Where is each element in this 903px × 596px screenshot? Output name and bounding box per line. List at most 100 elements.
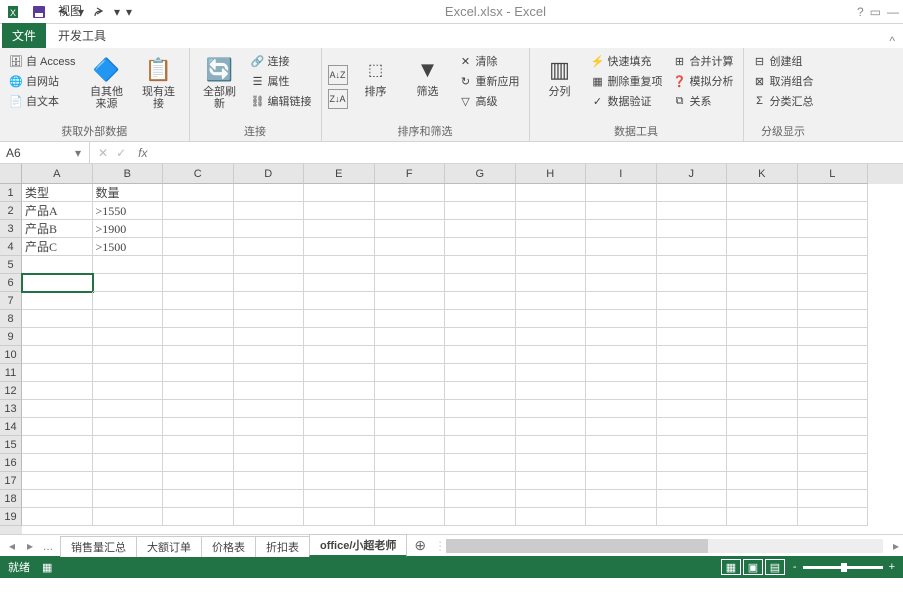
cell[interactable] [22,472,93,490]
text-to-columns-button[interactable]: ▥分列 [536,52,584,121]
accept-formula-icon[interactable]: ✓ [116,146,126,160]
cell[interactable] [163,292,234,310]
cell[interactable] [445,328,516,346]
row-header[interactable]: 10 [0,346,22,364]
cell[interactable] [304,256,375,274]
flash-fill-button[interactable]: ⚡快速填充 [588,52,666,70]
cell[interactable] [22,364,93,382]
cell[interactable] [657,346,728,364]
cell[interactable] [163,400,234,418]
cell[interactable] [93,508,164,526]
sheet-tab[interactable]: 大额订单 [136,536,202,557]
cell[interactable] [798,364,869,382]
cell[interactable] [22,310,93,328]
cell[interactable] [516,274,587,292]
cell[interactable]: 产品C [22,238,93,256]
cell[interactable] [516,256,587,274]
row-header[interactable]: 15 [0,436,22,454]
formula-input[interactable] [151,146,903,160]
cell[interactable] [234,310,305,328]
qat-customize-icon[interactable]: ▾ [124,2,134,22]
collapse-ribbon-icon[interactable]: ^ [889,34,901,48]
cell[interactable] [93,454,164,472]
cell[interactable] [798,292,869,310]
row-header[interactable]: 9 [0,328,22,346]
sort-button[interactable]: ⬚排序 [352,52,400,121]
row-header[interactable]: 1 [0,184,22,202]
cell[interactable] [445,418,516,436]
cell[interactable] [375,274,446,292]
cell[interactable] [375,346,446,364]
cell[interactable] [727,382,798,400]
cell[interactable] [657,328,728,346]
cell[interactable] [163,418,234,436]
cell[interactable] [798,256,869,274]
cell[interactable] [657,382,728,400]
excel-icon[interactable]: X [4,2,26,22]
cell[interactable] [727,256,798,274]
cell[interactable] [798,490,869,508]
cell[interactable] [375,238,446,256]
cell[interactable] [727,418,798,436]
cell[interactable] [375,436,446,454]
cell[interactable] [516,238,587,256]
cell[interactable] [375,490,446,508]
cell[interactable] [234,328,305,346]
cell[interactable] [93,274,164,292]
column-header[interactable]: H [516,164,587,184]
cell[interactable] [516,220,587,238]
cancel-formula-icon[interactable]: ✕ [98,146,108,160]
row-header[interactable]: 11 [0,364,22,382]
cell[interactable] [304,202,375,220]
cell[interactable] [727,274,798,292]
cell[interactable] [516,508,587,526]
cell[interactable] [163,364,234,382]
row-header[interactable]: 7 [0,292,22,310]
cell[interactable] [93,310,164,328]
row-header[interactable]: 8 [0,310,22,328]
cell[interactable] [445,220,516,238]
cell[interactable] [234,292,305,310]
cell[interactable] [445,256,516,274]
cell[interactable] [22,292,93,310]
cell[interactable] [234,184,305,202]
cell[interactable] [727,220,798,238]
row-header[interactable]: 13 [0,400,22,418]
ungroup-button[interactable]: ⊠取消组合 [750,72,817,90]
row-header[interactable]: 3 [0,220,22,238]
cell[interactable] [798,382,869,400]
cell[interactable] [234,238,305,256]
cell[interactable] [586,508,657,526]
cell[interactable] [657,418,728,436]
add-sheet-button[interactable]: ⊕ [406,537,434,554]
cell[interactable] [163,328,234,346]
view-page-layout-button[interactable]: ▣ [743,559,763,575]
refresh-all-button[interactable]: 🔄全部刷新 [196,52,244,121]
cell[interactable] [516,436,587,454]
cell[interactable] [375,184,446,202]
cell[interactable] [798,328,869,346]
sheet-tab[interactable]: office/小超老师 [309,534,407,557]
cell[interactable] [586,400,657,418]
cell[interactable] [375,400,446,418]
cell[interactable] [445,346,516,364]
cell[interactable] [22,490,93,508]
cell[interactable] [93,256,164,274]
ribbon-options-icon[interactable]: ▭ [870,5,881,19]
cell[interactable] [798,472,869,490]
from-other-button[interactable]: 🔷自其他来源 [83,52,131,121]
cell[interactable] [304,472,375,490]
cell[interactable] [445,292,516,310]
cell[interactable] [516,490,587,508]
cell[interactable] [93,364,164,382]
cell[interactable] [304,454,375,472]
cell[interactable]: >1550 [93,202,164,220]
cell[interactable] [798,436,869,454]
column-header[interactable]: L [798,164,869,184]
cell[interactable] [727,292,798,310]
cell[interactable] [727,472,798,490]
connections-button[interactable]: 🔗连接 [248,52,315,70]
properties-button[interactable]: ☰属性 [248,72,315,90]
row-header[interactable]: 12 [0,382,22,400]
cell[interactable] [304,238,375,256]
